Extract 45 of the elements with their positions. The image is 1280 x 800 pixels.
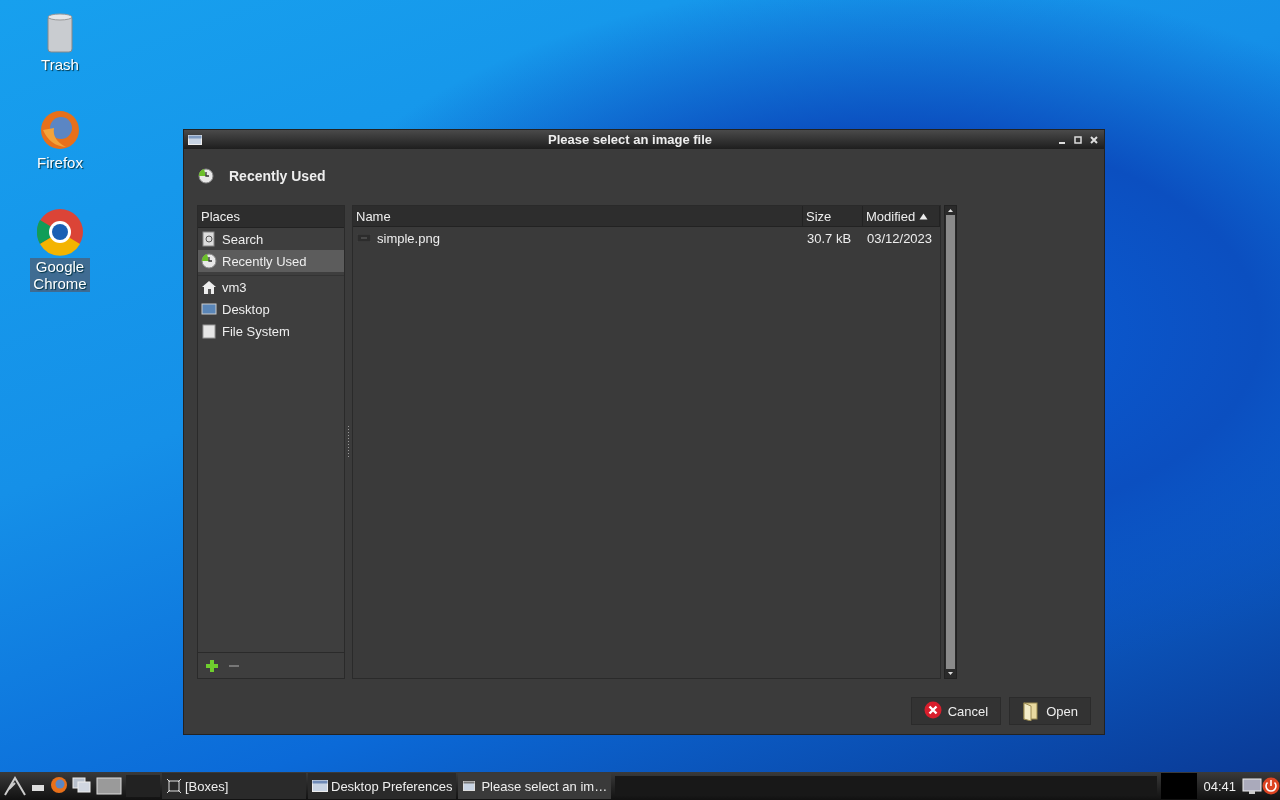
window-icon xyxy=(312,778,328,794)
scrollbar[interactable] xyxy=(944,205,957,679)
circle-logo-icon[interactable] xyxy=(36,208,84,256)
places-item[interactable]: Recently Used xyxy=(198,250,344,272)
column-header[interactable]: Name xyxy=(353,206,803,227)
door-icon xyxy=(1022,701,1041,721)
monitor-icon xyxy=(201,301,217,317)
splitter-handle-icon[interactable] xyxy=(347,425,350,459)
file-size: 30.7 kB xyxy=(806,230,853,246)
cpu-monitor xyxy=(1161,773,1198,799)
taskbar-button[interactable]: Desktop Preferences xyxy=(308,773,457,799)
document-search-icon xyxy=(201,231,217,247)
places-item[interactable]: vm3 xyxy=(198,275,344,298)
window-icon xyxy=(188,134,202,145)
taskbar-button[interactable]: Please select an im… xyxy=(458,773,612,799)
drive-icon xyxy=(201,323,217,339)
add-icon[interactable] xyxy=(206,659,218,672)
close-icon[interactable] xyxy=(1090,135,1098,144)
cancel-icon xyxy=(923,701,942,721)
cancel-button[interactable]: Cancel xyxy=(910,697,1002,725)
places-item[interactable]: Search xyxy=(198,228,344,250)
workspace-icon[interactable] xyxy=(96,775,122,797)
open-button[interactable]: Open xyxy=(1009,697,1091,725)
column-header[interactable]: Size xyxy=(803,206,863,227)
desktop-icon-label[interactable]: Google Chrome xyxy=(30,258,90,292)
file-date: 03/12/2023 xyxy=(866,230,934,246)
maximize-icon[interactable] xyxy=(1074,135,1082,144)
clock-icon xyxy=(201,253,217,269)
house-icon xyxy=(201,279,217,295)
taskbar-button[interactable]: [Boxes] xyxy=(162,773,306,799)
places-header[interactable]: Places xyxy=(198,206,344,228)
clock-icon xyxy=(198,168,214,184)
column-header[interactable]: Modified xyxy=(863,206,940,227)
power-icon[interactable] xyxy=(1262,777,1280,795)
file-row[interactable]: simple.png 30.7 kB 03/12/2023 xyxy=(353,227,940,249)
file-name: simple.png xyxy=(377,230,440,246)
image-file-icon xyxy=(357,234,371,242)
window-title: Please select an image file xyxy=(546,132,713,147)
network-icon[interactable] xyxy=(1242,777,1262,795)
menu-icon[interactable] xyxy=(4,775,26,797)
location-label: Recently Used xyxy=(229,168,326,184)
places-item[interactable]: File System xyxy=(198,320,344,342)
places-item[interactable]: Desktop xyxy=(198,298,344,320)
clock[interactable]: 04:41 xyxy=(1197,778,1242,794)
window-icon xyxy=(166,778,182,794)
